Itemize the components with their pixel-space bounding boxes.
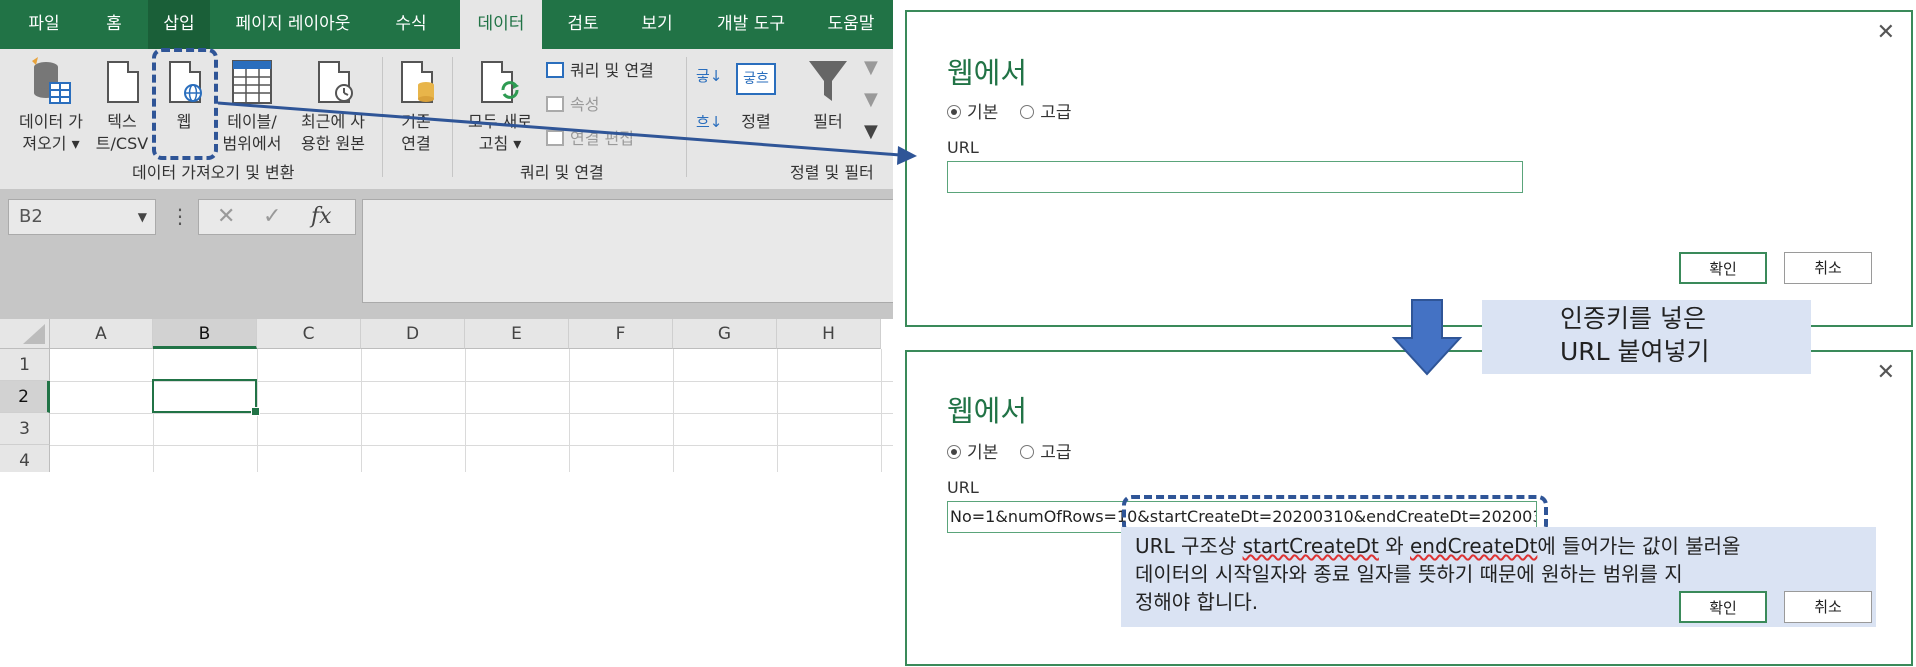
note2-term-start: startCreateDt — [1242, 534, 1379, 558]
down-arrow-icon — [1391, 299, 1463, 376]
paste-url-note: 인증키를 넣은 URL 붙여넣기 — [1482, 300, 1811, 374]
arrow-head — [897, 146, 917, 165]
ok-button-overlay[interactable]: 확인 — [1679, 591, 1767, 623]
arrow-line — [217, 101, 901, 157]
cancel-button-overlay[interactable]: 취소 — [1784, 591, 1872, 623]
note2-mid: 와 — [1378, 534, 1410, 558]
note2-line1: URL 구조상 startCreateDt 와 endCreateDt에 들어가… — [1135, 532, 1862, 560]
note2-line2: 데이터의 시작일자와 종료 일자를 뜻하기 때문에 원하는 범위를 지 — [1135, 562, 1683, 586]
note1-line1: 인증키를 넣은 — [1560, 304, 1706, 333]
note2-term-end: endCreateDt — [1410, 534, 1538, 558]
note2-rest: 에 들어가는 값이 불러올 — [1537, 534, 1741, 558]
note1-line2: URL 붙여넣기 — [1560, 337, 1710, 366]
note2-pre: URL 구조상 — [1135, 534, 1243, 558]
